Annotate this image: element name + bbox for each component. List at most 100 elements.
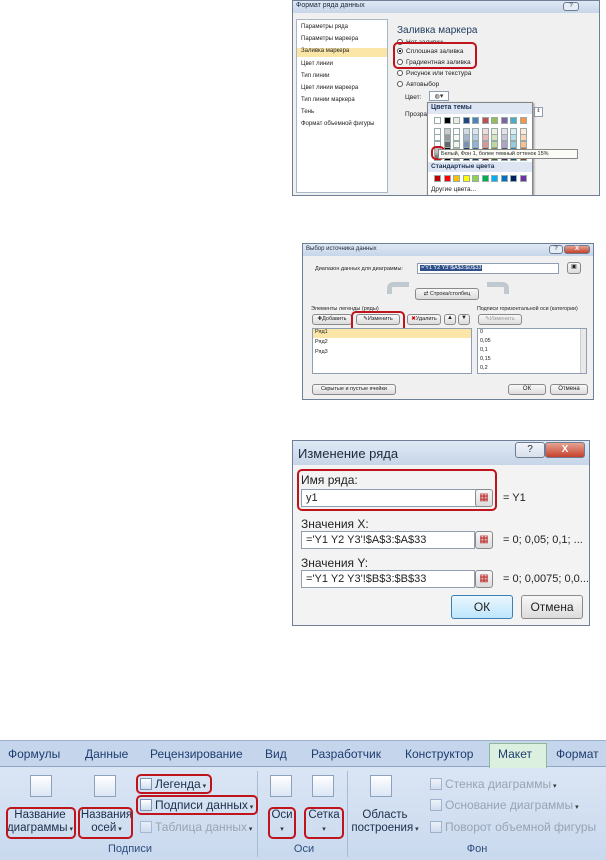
range-input[interactable]: ='Y1 Y2 Y3'!$A$3:$D$33 [417, 263, 559, 274]
x-values-label: Значения X: [301, 517, 369, 531]
tab-layout-active[interactable]: Макет [489, 743, 547, 768]
standard-color-swatch[interactable] [462, 175, 470, 182]
radio-solid[interactable]: Сплошная заливка [397, 48, 464, 55]
color-swatch[interactable] [491, 117, 498, 124]
switch-row-column-button[interactable]: ⇄ Строка/столбец [415, 288, 479, 300]
move-up-button[interactable]: ▲ [444, 314, 456, 325]
series-name-input[interactable]: y1 [301, 489, 479, 507]
x-values-input[interactable]: ='Y1 Y2 Y3'!$A$3:$A$33 [301, 531, 475, 549]
tab-format[interactable]: Формат [556, 747, 599, 761]
tab-view[interactable]: Вид [265, 747, 287, 761]
tab-review[interactable]: Рецензирование [150, 747, 243, 761]
color-dropdown[interactable]: ◍▾ [429, 91, 449, 101]
data-table-icon [140, 821, 152, 833]
nav-item-selected[interactable]: Заливка маркера [297, 48, 387, 57]
series-item[interactable]: Ряд2 [313, 339, 471, 348]
close-button[interactable]: X [564, 245, 590, 254]
nav-item[interactable]: Тип линии маркера [297, 97, 387, 103]
standard-color-swatch[interactable] [500, 175, 508, 182]
standard-color-swatch[interactable] [510, 175, 517, 182]
radio-none[interactable]: Нет заливки [397, 39, 443, 46]
chart-floor-button[interactable]: Основание диаграммы ▾ [445, 799, 579, 814]
move-down-button[interactable]: ▼ [458, 314, 470, 325]
group-labels: Название диаграммы ▾ Названия осей ▾ Леген… [2, 771, 258, 857]
standard-color-swatch[interactable] [434, 175, 441, 182]
transparency-spinner[interactable]: ⇕ [534, 107, 543, 117]
legend-button[interactable]: Легенда ▾ [155, 778, 206, 793]
ok-button[interactable]: ОК [508, 384, 546, 395]
nav-item[interactable]: Тип линии [297, 73, 387, 79]
add-series-button[interactable]: ✚Добавить [312, 314, 352, 325]
help-button[interactable]: ? [549, 245, 563, 254]
color-swatch[interactable] [443, 117, 451, 124]
standard-color-swatch[interactable] [443, 175, 451, 182]
x-values-result: = 0; 0,05; 0,1; ... [503, 534, 583, 546]
edit-series-button[interactable]: ✎Изменить [356, 314, 400, 325]
name-collapse-button[interactable]: ▦ [475, 489, 493, 507]
standard-color-swatch[interactable] [472, 175, 479, 182]
nav-item[interactable]: Тень [297, 109, 387, 115]
series-list[interactable]: Ряд1 Ряд2 Ряд3 [312, 328, 472, 374]
color-swatch[interactable] [510, 117, 517, 124]
standard-color-swatch[interactable] [519, 175, 527, 182]
radio-auto[interactable]: Автовыбор [397, 81, 439, 88]
series-item-selected[interactable]: Ряд1 [313, 329, 471, 338]
axis-titles-button[interactable]: Названия осей ▾ [79, 809, 134, 836]
plot-area-button[interactable]: Область построения ▾ [350, 809, 420, 836]
tab-developer[interactable]: Разработчик [311, 747, 381, 761]
chevron-down-icon: ▾ [67, 826, 74, 833]
nav-item[interactable]: Формат объемной фигуры [297, 121, 387, 127]
tab-formulas[interactable]: Формулы [8, 747, 60, 761]
tab-design[interactable]: Конструктор [405, 747, 473, 761]
y-values-value: ='Y1 Y2 Y3'!$B$3:$B$33 [306, 573, 427, 585]
nav-item[interactable]: Цвет линии маркера [297, 85, 387, 91]
color-swatch[interactable] [453, 117, 460, 124]
color-swatch[interactable] [472, 117, 479, 124]
color-swatch[interactable] [500, 117, 508, 124]
radio-picture[interactable]: Рисунок или текстура [397, 70, 471, 77]
y-values-input[interactable]: ='Y1 Y2 Y3'!$B$3:$B$33 [301, 570, 475, 588]
standard-color-swatch[interactable] [491, 175, 498, 182]
nav-item[interactable]: Параметры ряда [297, 24, 387, 30]
section-title: Заливка маркера [397, 25, 478, 36]
delete-series-button[interactable]: ✖Удалить [407, 314, 441, 325]
color-swatch[interactable] [519, 117, 527, 124]
rotation-button[interactable]: Поворот объемной фигуры [445, 821, 596, 834]
help-button[interactable]: ? [515, 442, 545, 458]
ok-button[interactable]: ОК [451, 595, 513, 619]
gridlines-button[interactable]: Сетка ▾ [304, 809, 344, 836]
data-table-button[interactable]: Таблица данных ▾ [155, 821, 252, 836]
cancel-button[interactable]: Отмена [521, 595, 583, 619]
nav-item[interactable]: Параметры маркера [297, 36, 387, 42]
nav-item[interactable]: Цвет линии [297, 61, 387, 67]
color-swatch[interactable] [481, 117, 489, 124]
x-collapse-button[interactable]: ▦ [475, 531, 493, 549]
chevron-down-icon: ▾ [200, 783, 207, 790]
radio-gradient[interactable]: Градиентная заливка [397, 59, 471, 66]
color-swatch[interactable] [462, 117, 470, 124]
chart-title-button[interactable]: Название диаграммы ▾ [2, 809, 78, 836]
tab-data[interactable]: Данные [85, 747, 128, 761]
color-swatch[interactable] [434, 117, 441, 124]
title-bar: Выбор источника данных ? X [303, 244, 593, 256]
edit-axis-button[interactable]: ✎Изменить [478, 314, 522, 325]
other-colors-item[interactable]: Другие цвета... [431, 186, 476, 193]
standard-colors-header: Стандартные цвета [428, 162, 532, 172]
data-labels-button[interactable]: Подписи данных ▾ [155, 799, 253, 814]
y-collapse-button[interactable]: ▦ [475, 570, 493, 588]
axis-values-list[interactable]: 0 0,05 0,1 0,15 0,2 [477, 328, 587, 374]
y-values-label: Значения Y: [301, 556, 369, 570]
scrollbar[interactable] [580, 329, 586, 373]
axes-button[interactable]: Оси ▾ [264, 809, 300, 836]
hidden-cells-button[interactable]: Скрытые и пустые ячейки [312, 384, 396, 395]
cancel-button[interactable]: Отмена [550, 384, 588, 395]
collapse-dialog-button[interactable]: ▣ [567, 262, 581, 274]
theme-colors-header: Цвета темы [428, 103, 532, 114]
standard-color-swatch[interactable] [481, 175, 489, 182]
help-button[interactable]: ? [563, 2, 579, 11]
standard-color-swatch[interactable] [453, 175, 460, 182]
close-button[interactable]: X [545, 442, 585, 458]
axis-value: 0,05 [480, 338, 491, 344]
chart-wall-button[interactable]: Стенка диаграммы ▾ [445, 778, 557, 793]
series-item[interactable]: Ряд3 [313, 349, 471, 358]
